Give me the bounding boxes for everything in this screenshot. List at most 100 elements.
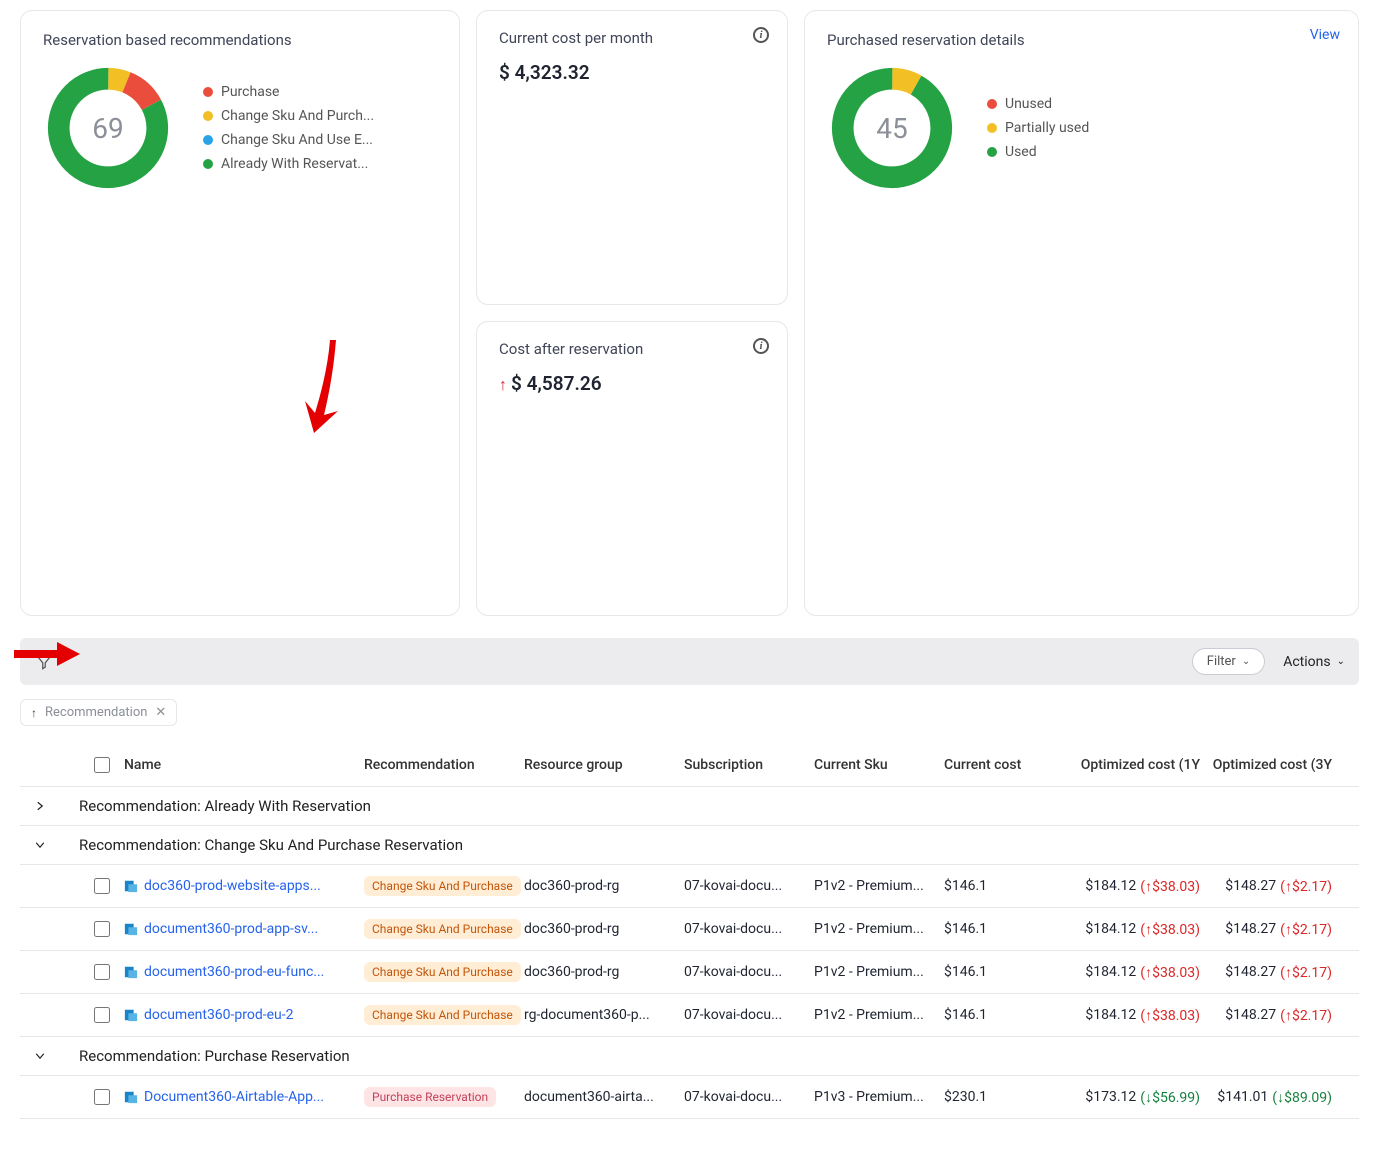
current-sku-value: P1v2 - Premium...	[814, 1007, 944, 1023]
subscription-value: 07-kovai-docu...	[684, 964, 814, 980]
table-row: document360-prod-eu-func... Change Sku An…	[20, 951, 1359, 994]
legend-label: Already With Reservat...	[221, 156, 368, 172]
optimized-1y-delta: (↑$38.03)	[1140, 921, 1200, 938]
filter-icon[interactable]	[34, 652, 54, 672]
actions-button[interactable]: Actions ⌄	[1283, 654, 1345, 670]
row-checkbox[interactable]	[94, 921, 110, 937]
table-group-row[interactable]: Recommendation: Already With Reservation	[20, 787, 1359, 826]
legend-label: Used	[1005, 144, 1037, 160]
purchased-donut-count: 45	[827, 63, 957, 193]
row-checkbox[interactable]	[94, 878, 110, 894]
header-recommendation[interactable]: Recommendation	[364, 757, 524, 773]
row-checkbox[interactable]	[94, 964, 110, 980]
current-cost-value: $146.1	[944, 878, 1058, 894]
optimized-1y-value: $184.12	[1085, 878, 1136, 895]
table-toolbar: Filter ⌄ Actions ⌄	[20, 638, 1359, 685]
table-header: Name Recommendation Resource group Subsc…	[20, 744, 1359, 787]
info-icon[interactable]: i	[753, 338, 769, 354]
legend-label: Unused	[1005, 96, 1052, 112]
resource-group-value: doc360-prod-rg	[524, 878, 684, 894]
legend-label: Partially used	[1005, 120, 1089, 136]
header-current-cost[interactable]: Current cost	[944, 757, 1058, 773]
current-sku-value: P1v3 - Premium...	[814, 1089, 944, 1105]
resource-icon	[124, 879, 138, 893]
row-checkbox[interactable]	[94, 1007, 110, 1023]
chevron-down-icon[interactable]	[34, 839, 46, 851]
optimized-3y-delta: (↑$2.17)	[1280, 878, 1332, 895]
table-row: document360-prod-app-sv...Change Sku And…	[20, 908, 1359, 951]
header-optimized-3y[interactable]: Optimized cost (3Y	[1200, 757, 1332, 773]
optimized-1y-delta: (↑$38.03)	[1140, 964, 1200, 981]
row-checkbox[interactable]	[94, 1089, 110, 1105]
recommendation-badge: Change Sku And Purchase	[364, 876, 521, 896]
recommendation-badge: Change Sku And Purchase	[364, 1005, 521, 1025]
chevron-down-icon[interactable]	[34, 1050, 46, 1062]
view-link[interactable]: View	[1310, 27, 1340, 43]
filter-button[interactable]: Filter ⌄	[1192, 648, 1265, 675]
cost-after-reservation-value: ↑$ 4,587.26	[499, 372, 765, 395]
optimized-3y-value: $141.01	[1217, 1089, 1268, 1106]
subscription-value: 07-kovai-docu...	[684, 878, 814, 894]
purchased-donut-chart: 45	[827, 63, 957, 193]
resource-group-value: doc360-prod-rg	[524, 921, 684, 937]
legend-label: Change Sku And Purch...	[221, 108, 374, 124]
optimized-3y-delta: (↑$2.17)	[1280, 921, 1332, 938]
resource-name-link[interactable]: document360-prod-eu-2	[144, 1007, 294, 1023]
header-name[interactable]: Name	[124, 757, 364, 773]
table-group-row[interactable]: Recommendation: Purchase Reservation	[20, 1037, 1359, 1076]
current-sku-value: P1v2 - Premium...	[814, 878, 944, 894]
group-label: Recommendation: Purchase Reservation	[79, 1047, 350, 1065]
group-label: Recommendation: Already With Reservation	[79, 797, 371, 815]
card-title: Cost after reservation	[499, 340, 765, 358]
resource-icon	[124, 965, 138, 979]
group-by-label: Recommendation	[45, 705, 147, 720]
optimized-3y-value: $148.27	[1225, 878, 1276, 895]
legend-dot-icon	[203, 135, 213, 145]
remove-group-icon[interactable]: ✕	[155, 705, 166, 720]
resource-name-link[interactable]: document360-prod-eu-func...	[144, 964, 324, 980]
arrow-up-icon: ↑	[499, 375, 507, 394]
group-label: Recommendation: Change Sku And Purchase …	[79, 836, 463, 854]
legend-item: Change Sku And Use E...	[203, 132, 374, 148]
legend-item: Purchase	[203, 84, 374, 100]
resource-group-value: rg-document360-p...	[524, 1007, 684, 1023]
current-cost-value: $146.1	[944, 1007, 1058, 1023]
legend-dot-icon	[203, 87, 213, 97]
header-subscription[interactable]: Subscription	[684, 757, 814, 773]
chevron-down-icon: ⌄	[1242, 656, 1250, 667]
resource-icon	[124, 1090, 138, 1104]
select-all-checkbox[interactable]	[94, 757, 110, 773]
card-title: Current cost per month	[499, 29, 765, 47]
table-row: doc360-prod-website-apps... Change Sku An…	[20, 865, 1359, 908]
resource-name-link[interactable]: document360-prod-app-sv...	[144, 921, 318, 937]
chevron-right-icon[interactable]	[34, 800, 46, 812]
current-sku-value: P1v2 - Premium...	[814, 964, 944, 980]
resource-name-link[interactable]: Document360-Airtable-App...	[144, 1089, 324, 1105]
table-row: Document360-Airtable-App... Purchase Rese…	[20, 1076, 1359, 1119]
reservation-donut-chart: 69	[43, 63, 173, 193]
reservation-recommendations-card: Reservation based recommendations 69 Pur…	[20, 10, 460, 616]
header-resource-group[interactable]: Resource group	[524, 757, 684, 773]
recommendation-badge: Purchase Reservation	[364, 1087, 496, 1107]
legend-label: Purchase	[221, 84, 279, 100]
reservation-legend: Purchase Change Sku And Purch... Change Sk…	[203, 84, 374, 172]
subscription-value: 07-kovai-docu...	[684, 1007, 814, 1023]
cost-after-reservation-card: i Cost after reservation ↑$ 4,587.26	[476, 321, 788, 616]
card-title: Purchased reservation details	[827, 31, 1336, 49]
legend-item: Used	[987, 144, 1089, 160]
legend-dot-icon	[987, 99, 997, 109]
current-cost-value: $146.1	[944, 921, 1058, 937]
optimized-1y-delta: (↑$38.03)	[1140, 878, 1200, 895]
current-cost-card: i Current cost per month $ 4,323.32	[476, 10, 788, 305]
header-optimized-1y[interactable]: Optimized cost (1Y	[1058, 757, 1200, 773]
recommendation-badge: Change Sku And Purchase	[364, 962, 521, 982]
legend-item: Already With Reservat...	[203, 156, 374, 172]
header-current-sku[interactable]: Current Sku	[814, 757, 944, 773]
table-group-row[interactable]: Recommendation: Change Sku And Purchase …	[20, 826, 1359, 865]
resource-name-link[interactable]: doc360-prod-website-apps...	[144, 878, 321, 894]
info-icon[interactable]: i	[753, 27, 769, 43]
optimized-1y-value: $173.12	[1085, 1089, 1136, 1106]
current-cost-value: $ 4,323.32	[499, 61, 765, 84]
current-cost-value: $230.1	[944, 1089, 1058, 1105]
group-by-chip[interactable]: ↑ Recommendation ✕	[20, 699, 177, 726]
